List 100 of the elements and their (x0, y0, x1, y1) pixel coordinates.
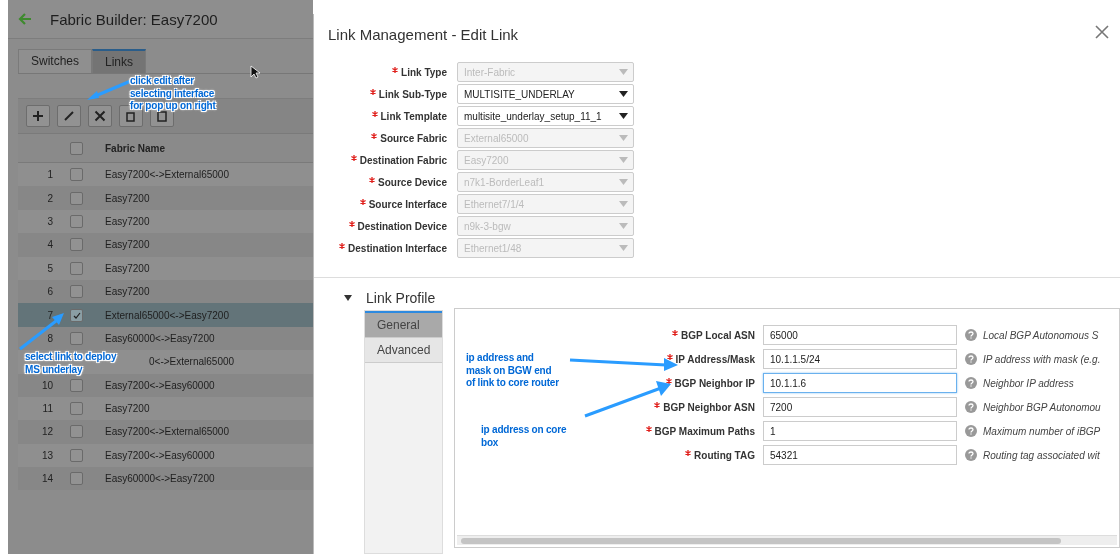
checkbox[interactable] (70, 285, 83, 299)
help-text: Routing tag associated wit (983, 449, 1100, 461)
back-arrow-icon[interactable] (18, 13, 32, 25)
row-number: 2 (46, 192, 54, 204)
field-label: BGP Maximum Paths (654, 425, 755, 437)
input-field[interactable]: 65000 (763, 325, 957, 345)
pencil-icon (63, 110, 75, 122)
row-number: 12 (40, 426, 54, 438)
table-row[interactable]: 14 Easy60000<->Easy7200 (18, 467, 313, 491)
table-row[interactable]: 4 Easy7200 (18, 233, 313, 257)
checkbox[interactable] (70, 191, 83, 205)
checkbox[interactable] (70, 448, 83, 462)
help-icon[interactable] (965, 329, 977, 341)
checkbox[interactable] (70, 402, 83, 416)
table-cell: 0<->External65000 (149, 356, 235, 368)
checkbox[interactable] (70, 308, 83, 322)
close-icon (94, 110, 106, 122)
checkbox[interactable] (70, 378, 83, 392)
field-label: IP Address/Mask (675, 353, 755, 365)
checkbox[interactable] (70, 141, 83, 155)
table-row[interactable]: 2 Easy7200 (18, 186, 313, 210)
annotation-text: ip address and mask on BGW end of link to core router (466, 352, 559, 390)
help-icon[interactable] (965, 425, 977, 437)
input-field[interactable]: 54321 (763, 445, 957, 465)
tab[interactable]: Switches (18, 49, 93, 73)
caret-icon (619, 135, 628, 141)
input-field[interactable]: 10.1.1.6 (763, 373, 957, 393)
help-icon[interactable] (965, 353, 977, 365)
annotation-text: ip address on core box (481, 424, 567, 449)
section-title: Link Profile (366, 290, 436, 306)
checkbox[interactable] (70, 238, 83, 252)
field-label: BGP Neighbor IP (674, 377, 755, 389)
help-icon[interactable] (965, 449, 977, 461)
row-number: 14 (40, 473, 54, 485)
row-number: 3 (46, 215, 54, 227)
tab[interactable]: Advanced (365, 338, 442, 363)
tab[interactable]: Links (92, 49, 147, 73)
table-cell: Easy7200<->Easy60000 (105, 379, 215, 391)
table-row[interactable]: 8 Easy60000<->Easy7200 (18, 326, 313, 351)
field-label: Link Sub-Type (378, 88, 447, 100)
caret-icon (619, 69, 628, 75)
table-cell: Easy7200 (105, 239, 150, 251)
input-field[interactable]: 1 (763, 421, 957, 441)
table-cell: Easy7200 (105, 215, 150, 227)
field-label: Source Interface (368, 198, 447, 210)
tab[interactable]: General (365, 311, 442, 338)
expand-icon[interactable] (344, 295, 352, 301)
help-icon[interactable] (965, 377, 977, 389)
field-label: Link Template (380, 110, 447, 122)
help-text: Neighbor IP address (983, 377, 1074, 389)
field-label: BGP Neighbor ASN (663, 401, 755, 413)
help-text: IP address with mask (e.g. (983, 353, 1101, 365)
input-field[interactable]: 7200 (763, 397, 957, 417)
delete-button[interactable] (88, 105, 112, 127)
help-text: Local BGP Autonomous S (983, 329, 1099, 341)
add-button[interactable] (26, 105, 50, 127)
dialog-title: Link Management - Edit Link (328, 26, 519, 43)
dropdown[interactable]: multisite_underlay_setup_11_1 (457, 106, 634, 126)
checkbox[interactable] (70, 425, 83, 439)
field-label: Destination Fabric (359, 154, 447, 166)
help-text: Neighbor BGP Autonomou (983, 401, 1101, 413)
mouse-pointer-icon (250, 65, 260, 79)
row-number: 4 (46, 239, 54, 251)
field-label: Link Type (401, 66, 447, 78)
caret-icon (619, 201, 628, 207)
column-header: Fabric Name (105, 142, 166, 154)
edit-button[interactable] (57, 105, 81, 127)
checkbox[interactable] (70, 168, 83, 182)
field-label: Source Device (378, 176, 447, 188)
table-cell: Easy7200<->Easy60000 (105, 449, 215, 461)
table-cell: Easy7200<->External65000 (105, 426, 229, 438)
field-label: Source Fabric (380, 132, 447, 144)
annotation-text: click edit after selecting interface for pop up on right (130, 75, 216, 113)
help-text: Maximum number of iBGP (983, 425, 1101, 437)
caret-icon (619, 179, 628, 185)
table-cell: Easy60000<->Easy7200 (105, 332, 215, 344)
table-row[interactable]: 7 External65000<->Easy7200 (18, 303, 313, 327)
row-number: 10 (40, 379, 54, 391)
table-cell: Easy7200 (105, 286, 150, 298)
checkbox[interactable] (70, 472, 83, 486)
close-button[interactable] (1094, 24, 1110, 40)
table-cell: Easy7200 (105, 262, 150, 274)
plus-icon (32, 110, 44, 122)
dropdown[interactable]: MULTISITE_UNDERLAY (457, 84, 634, 104)
clipboard-icon (156, 110, 168, 122)
caret-icon (619, 223, 628, 229)
checkbox[interactable] (70, 331, 83, 345)
help-icon[interactable] (965, 401, 977, 413)
table-row[interactable]: 6 Easy7200 (18, 279, 313, 304)
annotation-text: select link to deploy MS underlay (25, 351, 117, 376)
input-field[interactable]: 10.1.1.5/24 (763, 349, 957, 369)
table-cell: Easy7200 (105, 403, 150, 415)
checkbox[interactable] (70, 261, 83, 275)
table-row[interactable]: 12 Easy7200<->External65000 (18, 420, 313, 444)
checkbox[interactable] (70, 214, 83, 228)
row-number: 13 (40, 449, 54, 461)
field-label: Destination Device (357, 220, 447, 232)
field-label: BGP Local ASN (681, 329, 755, 341)
scrollbar[interactable] (457, 535, 1117, 545)
row-number: 5 (46, 262, 54, 274)
